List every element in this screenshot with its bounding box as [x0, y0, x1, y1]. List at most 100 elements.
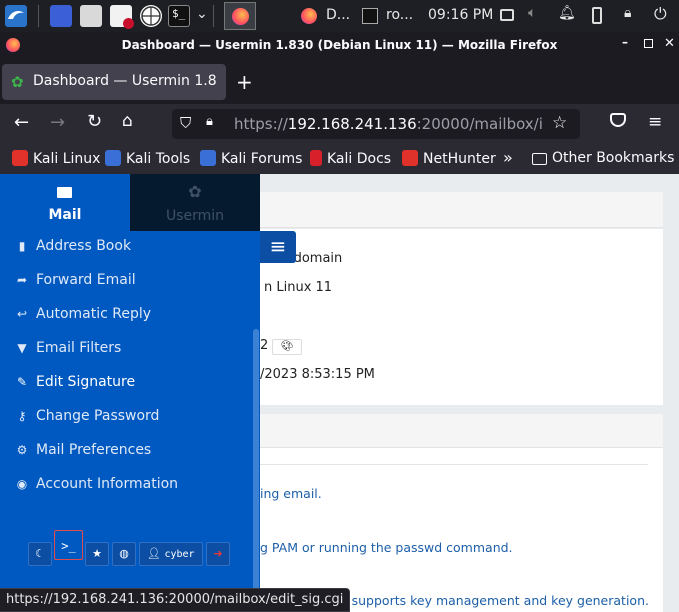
kali-menu-icon[interactable]: [5, 5, 27, 27]
browser-icon[interactable]: [140, 5, 162, 27]
user-circle-icon: ◉: [16, 477, 28, 491]
terminal-taskbar-button[interactable]: ro...: [358, 2, 420, 30]
modules-header: [260, 414, 663, 448]
sidebar-toggle-button[interactable]: ≡: [260, 231, 296, 263]
tab-bar: ✿ Dashboard — Usermin 1.8 +: [0, 58, 679, 104]
sidebar-scrollbar[interactable]: [253, 329, 259, 599]
back-button[interactable]: ←: [14, 112, 29, 133]
system-panel: $_ ⌄ D... ro... 09:16 PM 🔈︎ 🔔︎ 🔒︎ ⏻: [0, 0, 679, 32]
pocket-icon[interactable]: [610, 113, 626, 127]
url-path: :20000/mailbox/index: [416, 115, 544, 133]
favorites-button[interactable]: ★: [85, 542, 109, 566]
bookmark-label: Kali Linux: [33, 151, 101, 167]
url-host: 192.168.241.136: [287, 115, 417, 133]
firefox-launcher[interactable]: [224, 2, 256, 30]
module-description-link[interactable]: ing email.: [260, 486, 322, 501]
tab-usermin[interactable]: ✿ Usermin: [130, 174, 260, 231]
power-icon[interactable]: ⏻: [654, 4, 667, 24]
user-button[interactable]: 👤︎ cyber: [139, 542, 203, 566]
star-icon: ★: [92, 547, 102, 560]
theme-button[interactable]: ◍: [112, 542, 136, 566]
terminal-prompt-icon: >_: [61, 539, 76, 553]
volume-icon[interactable]: 🔈︎: [528, 5, 536, 21]
notification-bell-icon[interactable]: 🔔︎: [558, 5, 576, 21]
url-text[interactable]: https://192.168.241.136:20000/mailbox/in…: [234, 115, 544, 133]
bookmarks-toolbar: Kali Linux Kali Tools Kali Forums Kali D…: [0, 144, 679, 174]
envelope-icon: [57, 187, 72, 198]
firefox-icon: [301, 8, 317, 24]
clock[interactable]: 09:16 PM: [428, 7, 493, 23]
version-value: 2: [260, 338, 269, 353]
close-button[interactable]: ✕: [664, 36, 675, 51]
tab-label: Dashboard — Usermin 1.8: [33, 73, 217, 89]
tab-label: Usermin: [165, 208, 225, 224]
bookmarks-overflow-icon[interactable]: »: [503, 148, 513, 167]
sidebar-item-forward-email[interactable]: ➦ Forward Email: [15, 272, 136, 288]
chevron-down-icon[interactable]: ⌄: [196, 6, 208, 22]
forward-button[interactable]: →: [50, 112, 65, 133]
night-mode-button[interactable]: ☾: [28, 542, 52, 566]
kali-docs-icon: [310, 150, 322, 166]
module-description-link[interactable]: o supports key management and key genera…: [340, 593, 649, 608]
sidebar-item-label: Forward Email: [36, 272, 136, 288]
bookmark-kali-docs[interactable]: Kali Docs: [310, 150, 391, 167]
sidebar-item-change-password[interactable]: ⚷ Change Password: [15, 408, 160, 424]
sidebar-item-email-filters[interactable]: ▼ Email Filters: [15, 340, 121, 356]
key-icon: ⚷: [17, 409, 27, 423]
theme-palette-icon[interactable]: 🎨︎: [272, 339, 302, 355]
firefox-task-label: D...: [326, 7, 351, 23]
files-icon[interactable]: [80, 5, 102, 27]
url-bar[interactable]: ⛉ 🔒︎ https://192.168.241.136:20000/mailb…: [172, 109, 580, 139]
terminal-icon: [362, 8, 378, 24]
module-description-link[interactable]: g PAM or running the passwd command.: [260, 540, 513, 555]
sidebar-item-label: Automatic Reply: [36, 306, 152, 322]
sidebar-item-address-book[interactable]: ▮ Address Book: [15, 238, 131, 254]
sidebar-item-automatic-reply[interactable]: ↩ Automatic Reply: [15, 306, 151, 322]
os-value: n Linux 11: [264, 280, 333, 295]
battery-icon[interactable]: [592, 7, 602, 24]
moon-icon: ☾: [35, 547, 45, 560]
sidebar-item-mail-preferences[interactable]: ⚙ Mail Preferences: [15, 442, 152, 458]
nethunter-icon: [402, 150, 418, 166]
kali-forums-icon: [200, 150, 216, 166]
maximize-button[interactable]: [644, 39, 653, 48]
reload-button[interactable]: ↻: [87, 111, 102, 132]
pencil-icon: ✎: [16, 375, 28, 389]
tab-mail[interactable]: Mail: [0, 174, 130, 231]
new-tab-button[interactable]: +: [236, 70, 253, 94]
sidebar: Mail ✿ Usermin ≡ ▮ Address Book ➦ Forward …: [0, 174, 296, 612]
sidebar-item-label: Mail Preferences: [36, 442, 152, 458]
tab-dashboard[interactable]: ✿ Dashboard — Usermin 1.8: [2, 64, 226, 100]
bookmark-other-bookmarks[interactable]: Other Bookmarks: [532, 150, 674, 166]
logout-button[interactable]: ➜: [206, 542, 230, 566]
home-icon[interactable]: ⌂: [122, 111, 133, 131]
terminal-button[interactable]: >_: [54, 530, 83, 560]
url-prefix: https://: [234, 115, 288, 133]
lock-icon[interactable]: 🔒︎: [206, 114, 213, 129]
terminal-icon[interactable]: $_: [168, 5, 190, 27]
bookmark-label: Kali Docs: [327, 151, 392, 167]
bookmark-kali-linux[interactable]: Kali Linux: [12, 150, 100, 167]
minimize-button[interactable]: –: [622, 35, 628, 49]
address-book-icon: ▮: [18, 239, 26, 253]
navigation-toolbar: ← → ↻ ⌂ ⛉ 🔒︎ https://192.168.241.136:200…: [0, 104, 679, 144]
reply-all-icon: ↩: [16, 307, 28, 321]
bookmark-kali-tools[interactable]: Kali Tools: [105, 150, 190, 167]
bookmark-label: Kali Tools: [126, 151, 191, 167]
menu-icon[interactable]: ≡: [648, 112, 662, 132]
bookmark-nethunter[interactable]: NetHunter: [402, 150, 496, 167]
sidebar-item-label: Email Filters: [36, 340, 122, 356]
terminal-task-label: ro...: [386, 7, 414, 23]
desktop-icon[interactable]: [50, 5, 72, 27]
display-icon[interactable]: [500, 9, 514, 21]
bookmark-kali-forums[interactable]: Kali Forums: [200, 150, 302, 167]
tab-label: Mail: [48, 207, 82, 223]
sidebar-item-account-information[interactable]: ◉ Account Information: [15, 476, 178, 492]
shield-icon[interactable]: ⛉: [180, 114, 191, 132]
bookmark-star-icon[interactable]: ☆: [552, 113, 567, 133]
text-editor-icon[interactable]: [110, 5, 134, 29]
sidebar-item-edit-signature[interactable]: ✎ Edit Signature: [15, 374, 135, 390]
firefox-taskbar-button[interactable]: D...: [296, 2, 356, 30]
sidebar-item-label: Edit Signature: [36, 374, 136, 390]
lock-icon[interactable]: 🔒︎: [624, 5, 631, 21]
